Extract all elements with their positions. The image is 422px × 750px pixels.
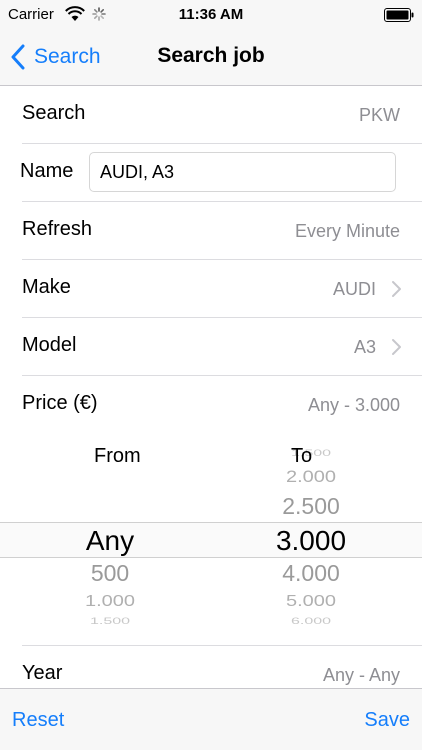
make-row[interactable]: Make AUDI: [0, 260, 422, 318]
picker-option[interactable]: 1.000: [40, 592, 180, 610]
chevron-right-icon: [392, 339, 401, 355]
chevron-right-icon: [392, 281, 401, 297]
model-row[interactable]: Model A3: [0, 318, 422, 376]
search-job-form: Search PKW Name Refresh Every Minute Mak…: [0, 86, 422, 686]
price-range-picker[interactable]: From Any 500 1.000 1.500 1.500 2.000 2.5…: [0, 433, 422, 646]
picker-option[interactable]: 1.500: [40, 617, 180, 627]
picker-option[interactable]: 4.000: [241, 560, 381, 587]
price-label: Price (€): [22, 392, 98, 414]
picker-option[interactable]: 5.000: [241, 592, 381, 610]
picker-option[interactable]: 2.000: [241, 468, 381, 488]
name-input[interactable]: [89, 152, 396, 192]
status-bar: Carrier 11:36 AM: [0, 0, 422, 30]
refresh-row[interactable]: Refresh Every Minute: [0, 202, 422, 260]
picker-option[interactable]: 500: [40, 560, 180, 587]
model-label: Model: [22, 334, 77, 356]
name-label: Name: [20, 160, 74, 182]
price-value: Any - 3.000: [307, 395, 400, 415]
search-row[interactable]: Search PKW: [0, 86, 422, 144]
model-value: A3: [353, 337, 376, 357]
year-value: Any - Any: [322, 665, 400, 685]
picker-to-header: To: [291, 445, 313, 467]
navigation-bar: Search Search job: [0, 30, 422, 86]
search-value: PKW: [358, 105, 400, 125]
picker-option[interactable]: 6.000: [241, 617, 381, 627]
picker-option[interactable]: 2.500: [241, 493, 381, 520]
price-row[interactable]: Price (€) Any - 3.000: [0, 376, 422, 434]
refresh-label: Refresh: [22, 218, 93, 240]
refresh-value: Every Minute: [294, 221, 400, 241]
clock: 11:36 AM: [178, 6, 244, 23]
picker-option[interactable]: Any: [40, 525, 180, 557]
bottom-toolbar: Reset Save: [0, 688, 422, 750]
battery-icon: [384, 8, 414, 22]
year-row[interactable]: Year Any - Any: [0, 646, 422, 686]
picker-option[interactable]: 3.000: [241, 525, 381, 557]
year-label: Year: [22, 662, 63, 684]
make-value: AUDI: [332, 279, 376, 299]
price-from-wheel[interactable]: Any 500 1.000 1.500: [40, 433, 180, 646]
save-button[interactable]: Save: [364, 709, 410, 732]
page-title: Search job: [157, 44, 265, 67]
reset-button[interactable]: Reset: [12, 709, 64, 732]
search-label: Search: [22, 102, 86, 124]
make-label: Make: [22, 276, 71, 298]
